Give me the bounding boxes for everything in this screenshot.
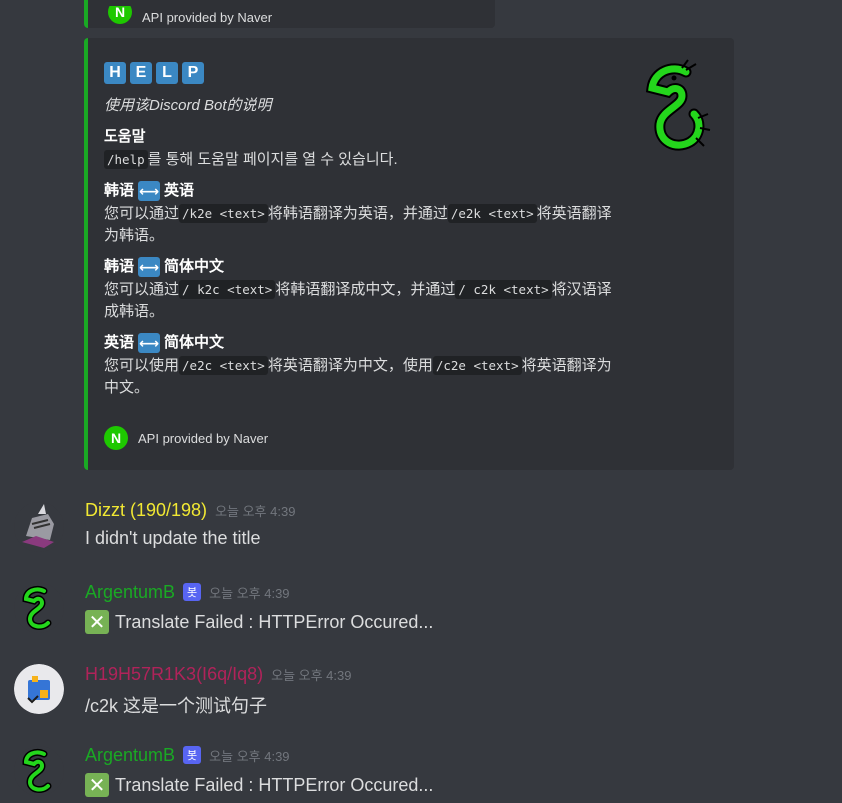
letter-e-tile: E [130, 62, 152, 84]
left-right-arrow-icon: ⟷ [138, 181, 161, 201]
command-code: / k2c <text> [179, 280, 276, 299]
naver-icon: N [104, 426, 128, 450]
timestamp: 오늘 오후 4:39 [209, 749, 290, 764]
embed-footer: N API provided by Naver [104, 426, 268, 450]
bot-tag: 봇 [183, 746, 202, 764]
command-code: /e2k <text> [447, 204, 537, 223]
field-value: 您可以通过 / k2c <text> 将韩语翻译成中文，并通过 / c2k <text… [104, 280, 612, 320]
field-kor-eng: 韩语 ⟷ 英语 您可以通过/k2e <text> 将韩语翻译为英语，并通过/e2k… [104, 181, 624, 247]
field-name: 韩语 ⟷ 英语 [104, 181, 195, 201]
previous-embed-footer: N API provided by Naver [108, 6, 272, 28]
username[interactable]: ArgentumB [85, 582, 175, 603]
green-dragon-icon[interactable] [642, 58, 712, 158]
left-right-arrow-icon: ⟷ [138, 333, 161, 353]
message-header: ArgentumB 봇 오늘 오후 4:39 [85, 745, 290, 766]
field-eng-chi: 英语 ⟷ 简体中文 您可以使用/e2c <text> 将英语翻译为中文，使用/c2… [104, 333, 624, 399]
command-code: /k2e <text> [179, 204, 268, 223]
command-code: /c2e <text> [432, 356, 522, 375]
bot-tag: 봇 [183, 583, 202, 601]
command-code: /e2c <text> [179, 356, 268, 375]
previous-embed: N API provided by Naver [84, 0, 495, 28]
timestamp: 오늘 오후 4:39 [209, 586, 290, 601]
left-right-arrow-icon: ⟷ [138, 257, 161, 277]
message-header: ArgentumB 봇 오늘 오후 4:39 [85, 582, 290, 603]
message-header: Dizzt (190/198) 오늘 오후 4:39 [85, 500, 295, 521]
field-name: 韩语 ⟷ 简体中文 [104, 257, 225, 277]
username[interactable]: ArgentumB [85, 745, 175, 766]
command-code: / c2k <text> [455, 280, 552, 299]
field-value: 您可以使用/e2c <text> 将英语翻译为中文，使用/c2e <text> 将英… [104, 356, 612, 396]
timestamp: 오늘 오후 4:39 [215, 504, 296, 519]
naver-icon: N [108, 6, 132, 24]
knight-avatar-icon[interactable] [14, 502, 64, 552]
cross-mark-icon: ✕ [85, 610, 109, 634]
field-kor-chi: 韩语 ⟷ 简体中文 您可以通过 / k2c <text> 将韩语翻译成中文，并通过 /… [104, 257, 624, 323]
timestamp: 오늘 오후 4:39 [271, 668, 352, 683]
letter-l-tile: L [156, 62, 178, 84]
cross-mark-icon: ✕ [85, 773, 109, 797]
username[interactable]: H19H57R1K3(I6q/Iq8) [85, 664, 263, 685]
username[interactable]: Dizzt (190/198) [85, 500, 207, 521]
help-embed: H E L P 使用该Discord Bot的说明 도움말 /help 를 통해 … [84, 38, 734, 470]
help-title: H E L P [104, 62, 734, 84]
message-content: ✕ Translate Failed : HTTPError Occured..… [85, 610, 433, 634]
message-content: ✕ Translate Failed : HTTPError Occured..… [85, 773, 433, 797]
previous-embed-footer-text: API provided by Naver [142, 9, 273, 25]
message-content: I didn't update the title [85, 528, 261, 548]
message-header: H19H57R1K3(I6q/Iq8) 오늘 오후 4:39 [85, 664, 351, 685]
field-help: 도움말 /help 를 통해 도움말 페이지를 열 수 있습니다. [104, 127, 624, 171]
embed-footer-text: API provided by Naver [138, 430, 269, 446]
embed-description: 使用该Discord Bot的说明 [104, 97, 272, 114]
field-value: 您可以通过/k2e <text> 将韩语翻译为英语，并通过/e2k <text> 将… [104, 204, 612, 244]
green-dragon-icon[interactable] [14, 746, 64, 796]
field-name: 도움말 [104, 128, 146, 145]
puzzle-avatar-icon[interactable] [14, 664, 64, 714]
letter-p-tile: P [182, 62, 204, 84]
field-name: 英语 ⟷ 简体中文 [104, 333, 225, 353]
message-content: /c2k 这是一个测试句子 [85, 696, 268, 716]
letter-h-tile: H [104, 62, 126, 84]
green-dragon-icon[interactable] [14, 583, 64, 633]
command-code: /help [104, 150, 148, 169]
field-value: /help 를 통해 도움말 페이지를 열 수 있습니다. [104, 149, 624, 171]
